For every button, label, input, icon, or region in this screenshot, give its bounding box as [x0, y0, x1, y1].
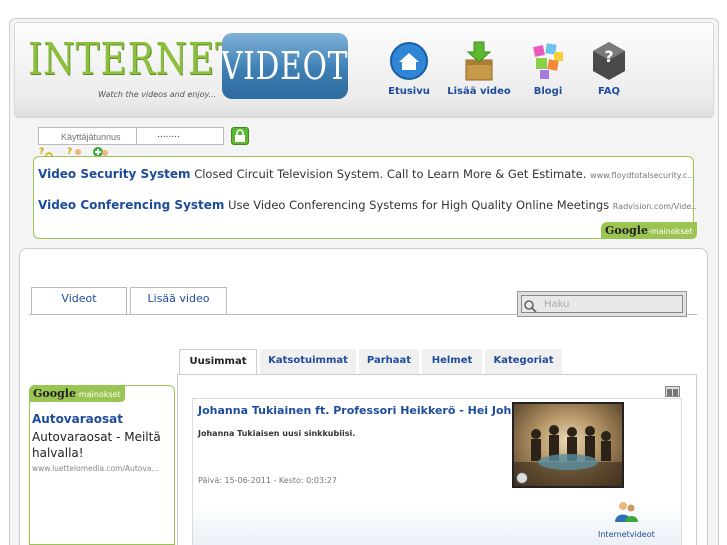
- uploader-icon[interactable]: [614, 500, 638, 522]
- logo-tagline: Watch the videos and enjoy...: [98, 90, 217, 99]
- ad-item[interactable]: Video Security System Closed Circuit Tel…: [38, 167, 695, 181]
- add-video-icon: [459, 40, 499, 82]
- ad-title[interactable]: Video Security System: [38, 167, 191, 181]
- nav-blog-label: Blogi: [533, 86, 563, 97]
- ad-url[interactable]: Radvision.com/Vide..: [613, 202, 697, 211]
- side-ad-title[interactable]: Autovaraosat: [32, 412, 123, 426]
- nav-faq[interactable]: ? FAQ: [574, 40, 644, 97]
- tab-newest[interactable]: Uusimmat: [179, 349, 257, 374]
- logo-text[interactable]: INTERNET: [28, 34, 240, 85]
- search-input[interactable]: Haku: [521, 295, 683, 313]
- nav-home-label: Etusivu: [388, 86, 430, 97]
- logo-badge-text: VIDEOT: [221, 44, 349, 88]
- google-suffix: -mainokset: [75, 390, 121, 399]
- google-ads-badge[interactable]: Google-mainokset: [601, 222, 697, 239]
- video-thumbnail[interactable]: [512, 402, 624, 488]
- ad-url[interactable]: www.floydtotalsecurity.c...: [590, 171, 695, 180]
- uploader-name[interactable]: Internetvideot: [598, 530, 655, 539]
- search-icon: [523, 299, 537, 313]
- home-icon: [389, 40, 429, 82]
- ad-body: Closed Circuit Television System. Call t…: [194, 167, 587, 181]
- google-brand: Google: [605, 224, 648, 237]
- nav-add-video-label: Lisää video: [447, 86, 511, 97]
- nav-home[interactable]: Etusivu: [374, 40, 444, 97]
- tab-most-viewed[interactable]: Katsotuimmat: [260, 349, 356, 374]
- ad-body: Use Video Conferencing Systems for High …: [228, 198, 610, 212]
- google-ads-badge[interactable]: Google-mainokset: [29, 385, 125, 402]
- tab-best[interactable]: Parhaat: [359, 349, 419, 374]
- google-brand: Google: [33, 387, 76, 400]
- ad-item[interactable]: Video Conferencing System Use Video Conf…: [38, 198, 696, 212]
- svg-text:?: ?: [604, 47, 613, 66]
- video-description: Johanna Tukiaisen uusi sinkkubiisi.: [198, 429, 356, 438]
- view-toggle-icon[interactable]: [665, 386, 680, 397]
- video-meta: Päivä: 15-06-2011 - Kesto: 0:03:27: [198, 476, 337, 485]
- play-icon[interactable]: [516, 472, 528, 484]
- side-ad-body: Autovaraosat - Meiltä halvalla!: [32, 430, 161, 460]
- faq-icon: ?: [589, 40, 629, 82]
- logo-badge[interactable]: VIDEOT: [221, 33, 349, 99]
- google-suffix: -mainokset: [647, 227, 693, 236]
- nav-add-video[interactable]: Lisää video: [444, 40, 514, 97]
- tab-gems[interactable]: Helmet: [422, 349, 482, 374]
- password-input[interactable]: ........: [136, 127, 224, 145]
- nav-blog[interactable]: Blogi: [513, 40, 583, 97]
- ad-title[interactable]: Video Conferencing System: [38, 198, 224, 212]
- tab-videos[interactable]: Videot: [31, 287, 127, 315]
- tab-add-video[interactable]: Lisää video: [130, 287, 227, 315]
- video-title[interactable]: Johanna Tukiainen ft. Professori Heikker…: [198, 404, 542, 417]
- tab-categories[interactable]: Kategoriat: [485, 349, 562, 374]
- login-lock-button[interactable]: [231, 127, 249, 145]
- nav-faq-label: FAQ: [598, 86, 620, 97]
- side-ad-url[interactable]: www.luettelomedia.com/Autova...: [32, 464, 170, 473]
- search-box: Haku: [517, 291, 687, 317]
- blog-icon: [528, 40, 568, 82]
